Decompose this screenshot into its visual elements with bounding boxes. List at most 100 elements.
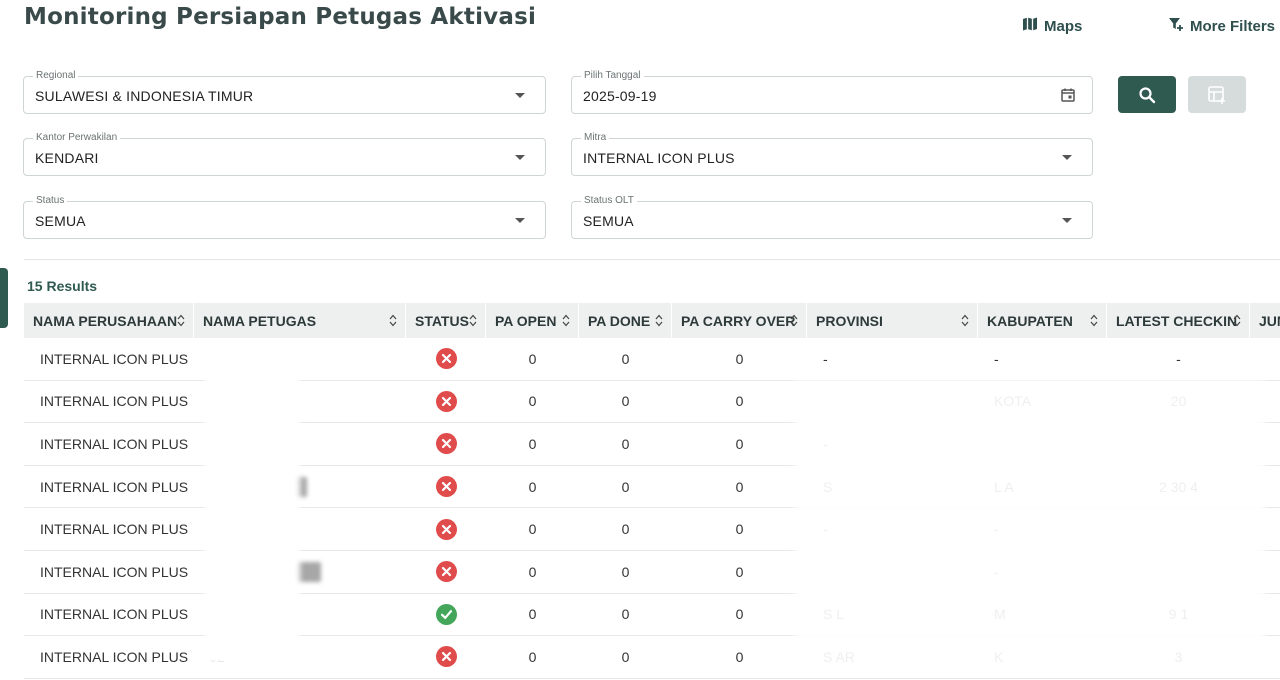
caret-down-icon <box>1062 155 1072 160</box>
maps-button[interactable]: Maps <box>1022 16 1082 36</box>
status-fail-icon <box>435 390 457 412</box>
table-cell-company: INTERNAL ICON PLUS <box>24 466 194 508</box>
table-cell-pa_done: 0 <box>579 508 672 550</box>
table-cell-company: INTERNAL ICON PLUS <box>24 551 194 593</box>
table-cell-pa_open: 0 <box>486 594 579 636</box>
date-label: Pilih Tanggal <box>581 69 644 83</box>
page-title: Monitoring Persiapan Petugas Aktivasi <box>24 4 537 30</box>
export-table-button[interactable] <box>1188 76 1246 113</box>
col-latest-checkin[interactable]: LATEST CHECKIN <box>1107 303 1250 338</box>
status-ok-icon <box>435 603 457 625</box>
table-cell-pa_carry: 0 <box>672 338 807 380</box>
search-button[interactable] <box>1118 76 1176 113</box>
more-filters-button[interactable]: More Filters <box>1168 16 1275 36</box>
table-header: NAMA PERUSAHAAN NAMA PETUGAS STATUS PA O… <box>24 303 1280 338</box>
status-olt-label: Status OLT <box>581 194 637 208</box>
kantor-value: KENDARI <box>35 150 99 166</box>
table-cell-pa_open: 0 <box>486 381 579 423</box>
cell-text: 0 <box>528 648 537 665</box>
table-cell-pa_carry: 0 <box>672 466 807 508</box>
regional-select[interactable]: Regional SULAWESI & INDONESIA TIMUR <box>23 69 546 114</box>
cell-text: 0 <box>528 521 537 538</box>
cell-text: INTERNAL ICON PLUS <box>40 521 189 538</box>
search-icon <box>1139 86 1156 103</box>
table-cell-status <box>406 636 486 678</box>
cell-text: 0 <box>735 435 744 452</box>
table-cell-pa_carry: 0 <box>672 594 807 636</box>
sort-icon <box>961 314 969 327</box>
table-cell-pa_carry: 0 <box>672 381 807 423</box>
status-fail-icon <box>435 518 457 540</box>
cell-text: 0 <box>621 648 630 665</box>
results-count: 15 Results <box>27 278 98 294</box>
col-jum[interactable]: JUM <box>1250 303 1280 338</box>
sort-icon <box>469 314 477 327</box>
mitra-label: Mitra <box>581 131 610 145</box>
status-fail-icon <box>435 646 457 668</box>
redaction-overlay <box>205 345 300 665</box>
cell-text: 0 <box>735 521 744 538</box>
table-cell-pa_carry: 0 <box>672 508 807 550</box>
mitra-select[interactable]: Mitra INTERNAL ICON PLUS <box>571 131 1093 176</box>
col-pa-done[interactable]: PA DONE <box>579 303 672 338</box>
cell-text: INTERNAL ICON PLUS <box>40 648 189 665</box>
mitra-value: INTERNAL ICON PLUS <box>583 150 735 166</box>
calendar-icon[interactable] <box>1060 87 1076 103</box>
status-value: SEMUA <box>35 213 86 229</box>
regional-label: Regional <box>33 69 79 83</box>
cell-text: 0 <box>528 563 537 580</box>
table-cell-status <box>406 594 486 636</box>
table-cell-company: INTERNAL ICON PLUS <box>24 508 194 550</box>
table-cell-pa_open: 0 <box>486 338 579 380</box>
table-cell-company: INTERNAL ICON PLUS <box>24 636 194 678</box>
cell-text: - <box>994 350 999 367</box>
map-icon <box>1022 16 1038 36</box>
cell-text: 0 <box>528 478 537 495</box>
date-picker[interactable]: Pilih Tanggal 2025-09-19 <box>571 69 1093 114</box>
status-select[interactable]: Status SEMUA <box>23 194 546 239</box>
table-cell-pa_open: 0 <box>486 423 579 465</box>
table-cell-pa_done: 0 <box>579 338 672 380</box>
date-value: 2025-09-19 <box>583 88 657 104</box>
cell-text: 0 <box>621 606 630 623</box>
more-filters-label: More Filters <box>1190 17 1276 35</box>
kantor-select[interactable]: Kantor Perwakilan KENDARI <box>23 131 546 176</box>
cell-text: INTERNAL ICON PLUS <box>40 606 189 623</box>
regional-value: SULAWESI & INDONESIA TIMUR <box>35 88 254 104</box>
table-cell-status <box>406 466 486 508</box>
cell-text: INTERNAL ICON PLUS <box>40 393 189 410</box>
col-kabupaten[interactable]: KABUPATEN <box>978 303 1107 338</box>
kantor-label: Kantor Perwakilan <box>33 131 121 145</box>
table-cell-pa_done: 0 <box>579 423 672 465</box>
table-cell-pa_carry: 0 <box>672 551 807 593</box>
sort-icon <box>1090 314 1098 327</box>
maps-label: Maps <box>1044 17 1083 35</box>
col-pa-carry-over[interactable]: PA CARRY OVER <box>672 303 807 338</box>
col-provinsi[interactable]: PROVINSI <box>807 303 978 338</box>
col-pa-open[interactable]: PA OPEN <box>486 303 579 338</box>
cell-text: 0 <box>528 606 537 623</box>
table-cell-pa_open: 0 <box>486 466 579 508</box>
table-cell-pa_open: 0 <box>486 551 579 593</box>
status-olt-select[interactable]: Status OLT SEMUA <box>571 194 1093 239</box>
col-status[interactable]: STATUS <box>406 303 486 338</box>
redaction-overlay <box>795 380 1265 670</box>
cell-text: 0 <box>528 435 537 452</box>
table-cell-company: INTERNAL ICON PLUS <box>24 594 194 636</box>
sort-icon <box>389 314 397 327</box>
status-label: Status <box>33 194 68 208</box>
status-fail-icon <box>435 433 457 455</box>
cell-text: 0 <box>528 350 537 367</box>
status-fail-icon <box>435 476 457 498</box>
caret-down-icon <box>515 93 525 98</box>
cell-text: 0 <box>735 393 744 410</box>
col-nama-perusahaan[interactable]: NAMA PERUSAHAAN <box>24 303 194 338</box>
cell-text: 0 <box>735 606 744 623</box>
sort-icon <box>177 314 185 327</box>
cell-text: INTERNAL ICON PLUS <box>40 350 189 367</box>
side-drawer-handle[interactable] <box>0 268 8 328</box>
table-cell-status <box>406 338 486 380</box>
col-nama-petugas[interactable]: NAMA PETUGAS <box>194 303 406 338</box>
caret-down-icon <box>1062 218 1072 223</box>
table-cell-pa_done: 0 <box>579 466 672 508</box>
